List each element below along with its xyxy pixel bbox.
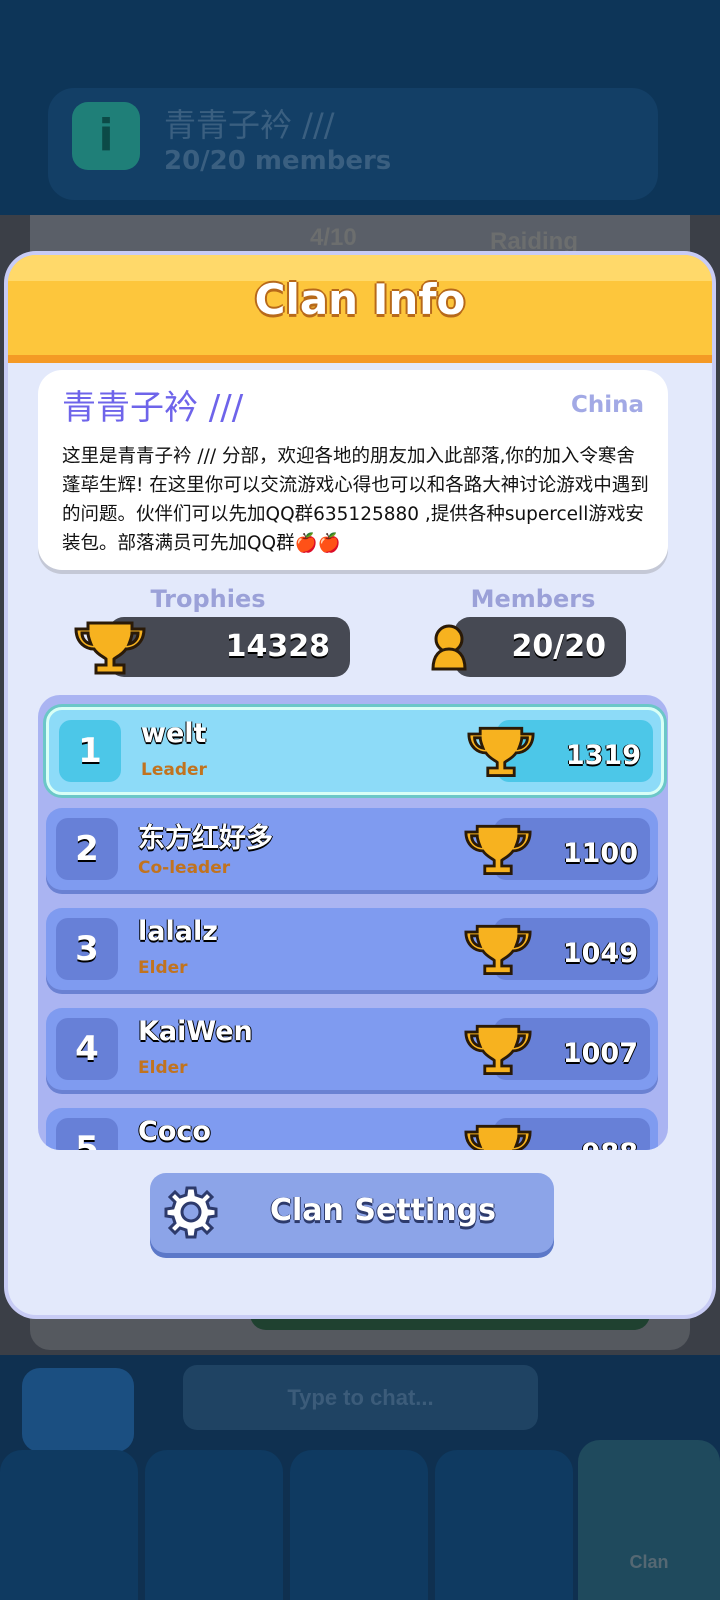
member-name: Coco	[138, 1116, 211, 1147]
member-trophies: 988	[582, 1138, 638, 1150]
member-row[interactable]: 2 东方红好多 Co-leader 1100	[46, 808, 658, 890]
member-row[interactable]: 1 welt Leader 1319	[46, 707, 664, 795]
gear-icon	[164, 1186, 218, 1239]
member-name: lalalz	[138, 916, 218, 947]
clan-region: China	[570, 392, 644, 418]
member-role: Elder	[138, 1058, 188, 1078]
member-row[interactable]: 3 lalalz Elder 1049	[46, 908, 658, 990]
member-list[interactable]: 1 welt Leader 1319 2 东方红好多 Co-leader 110…	[38, 695, 668, 1150]
trophy-icon	[467, 726, 535, 777]
member-icon	[431, 624, 467, 671]
clan-settings-button[interactable]: Clan Settings	[150, 1173, 554, 1253]
member-rank: 2	[56, 818, 118, 880]
member-rank: 5	[56, 1118, 118, 1150]
trophies-value: 14328	[225, 629, 330, 664]
members-pill: 20/20	[454, 617, 626, 677]
clan-description: 这里是青青子衿 /// 分部，欢迎各地的朋友加入此部落,你的加入令寒舍蓬荜生辉!…	[62, 446, 649, 554]
modal-title: Clan Info	[254, 275, 466, 324]
member-row[interactable]: 4 KaiWen Elder 1007	[46, 1008, 658, 1090]
background-raid-label: Raiding	[490, 228, 578, 255]
info-icon: i	[72, 102, 140, 170]
background-nav-tab-2	[145, 1450, 283, 1600]
trophy-icon	[464, 824, 532, 875]
member-rank: 1	[59, 720, 121, 782]
background-raid-count: 4/10	[310, 224, 357, 251]
member-trophies: 1100	[562, 838, 638, 869]
background-nav-tab-3	[290, 1450, 428, 1600]
member-row[interactable]: 5 Coco 988	[46, 1108, 658, 1150]
member-name: KaiWen	[138, 1016, 253, 1047]
member-name: 东方红好多	[138, 823, 273, 854]
trophy-icon	[464, 1124, 532, 1150]
member-role: Co-leader	[138, 858, 231, 878]
background-clan-members: 20/20 members	[164, 146, 392, 176]
member-role: Leader	[141, 760, 207, 780]
members-value: 20/20	[511, 629, 606, 664]
member-trophies: 1049	[562, 938, 638, 969]
chat-icon	[22, 1368, 134, 1452]
background-nav-tab-clan	[578, 1440, 720, 1600]
background-clan-name: 青青子衿 ///	[164, 106, 335, 144]
trophy-icon	[464, 924, 532, 975]
background-nav-tab-4	[435, 1450, 573, 1600]
clan-name: 青青子衿 ///	[62, 388, 244, 428]
member-role: Elder	[138, 958, 188, 978]
members-label: Members	[470, 585, 596, 613]
clan-info-modal: Clan Info 青青子衿 /// China 这里是青青子衿 /// 分部，…	[8, 255, 712, 1315]
clan-settings-label: Clan Settings	[270, 1193, 496, 1228]
background-nav-clan-label: Clan	[629, 1552, 669, 1572]
member-rank: 4	[56, 1018, 118, 1080]
trophy-icon	[74, 621, 146, 675]
member-rank: 3	[56, 918, 118, 980]
background-chat-input: Type to chat...	[183, 1365, 538, 1430]
member-trophies: 1319	[565, 740, 641, 771]
trophy-icon	[464, 1024, 532, 1075]
member-name: welt	[141, 718, 207, 749]
member-trophies: 1007	[562, 1038, 638, 1069]
background-nav-tab-1	[0, 1450, 138, 1600]
trophies-label: Trophies	[150, 585, 266, 613]
clan-description-card: 青青子衿 /// China 这里是青青子衿 /// 分部，欢迎各地的朋友加入此…	[38, 370, 668, 570]
